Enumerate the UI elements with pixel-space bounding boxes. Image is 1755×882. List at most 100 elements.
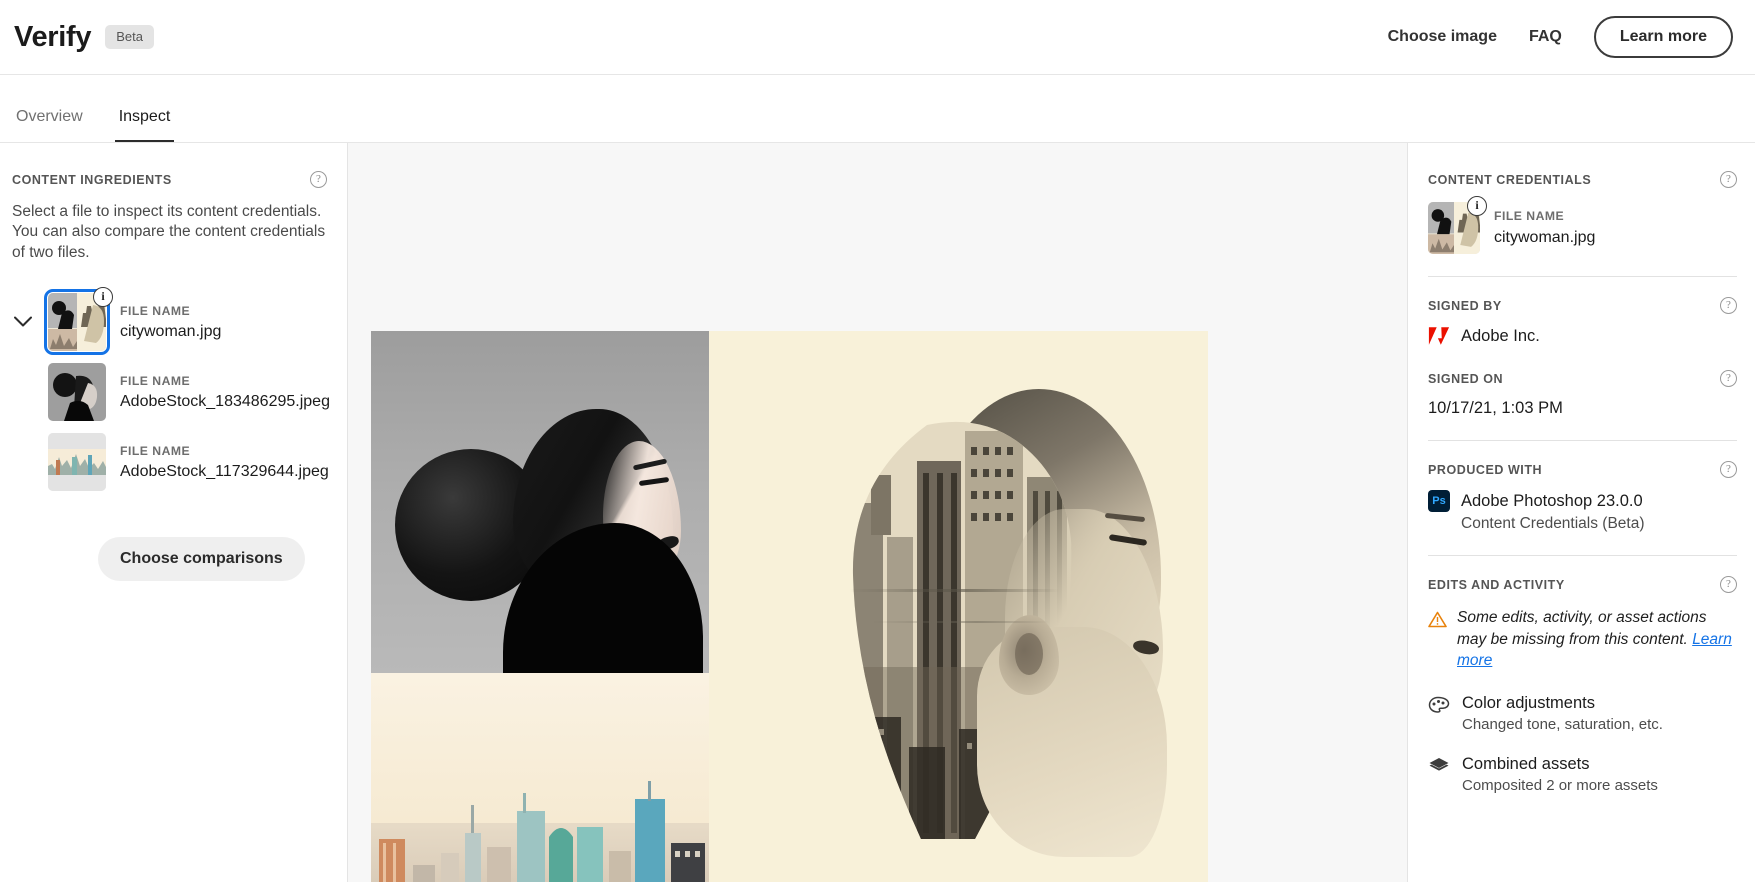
signed-by-section: SIGNED BY ? Adobe Inc. — [1428, 297, 1737, 346]
file-thumbnail-wrap[interactable] — [48, 433, 106, 492]
file-thumbnail-wrap[interactable] — [48, 363, 106, 422]
content-ingredients-header: CONTENT INGREDIENTS ? — [12, 171, 333, 188]
file-thumbnail-wrap[interactable]: i — [44, 287, 113, 356]
help-icon[interactable]: ? — [1720, 171, 1737, 188]
city-photo-region — [371, 673, 709, 882]
file-meta: FILE NAME AdobeStock_117329644.jpeg — [120, 442, 329, 483]
signed-by-value: Adobe Inc. — [1461, 326, 1540, 345]
header-nav: Choose image FAQ Learn more — [1388, 16, 1733, 58]
produced-with-title: PRODUCED WITH — [1428, 462, 1543, 477]
produced-with-sub: Content Credentials (Beta) — [1461, 515, 1645, 532]
file-name-value: AdobeStock_117329644.jpeg — [120, 462, 329, 480]
file-tree: i FILE NAME citywoman.jpg FILE NAME Adob… — [12, 287, 333, 492]
divider — [1428, 276, 1737, 277]
activity-item: Combined assets Composited 2 or more ass… — [1428, 755, 1737, 794]
activity-text: Color adjustments Changed tone, saturati… — [1462, 694, 1663, 733]
file-name-value: AdobeStock_183486295.jpeg — [120, 392, 330, 410]
list-item[interactable]: FILE NAME AdobeStock_117329644.jpeg — [12, 433, 333, 492]
signed-by-title: SIGNED BY — [1428, 298, 1502, 313]
city-skyline-shape — [379, 781, 705, 882]
haze-line-1 — [849, 589, 1059, 592]
help-icon[interactable]: ? — [1720, 370, 1737, 387]
warning-text-block: Some edits, activity, or asset actions m… — [1457, 607, 1737, 672]
file-thumbnail[interactable] — [48, 363, 106, 422]
file-meta: FILE NAME AdobeStock_183486295.jpeg — [120, 372, 330, 413]
credentials-header: CONTENT CREDENTIALS ? — [1428, 171, 1737, 188]
produced-with-value: Adobe Photoshop 23.0.0 — [1461, 491, 1643, 510]
file-thumbnail[interactable] — [48, 433, 106, 492]
nav-link-choose-image[interactable]: Choose image — [1388, 28, 1497, 46]
file-meta: FILE NAME citywoman.jpg — [1494, 207, 1595, 248]
image-left-half — [371, 331, 709, 882]
tab-overview[interactable]: Overview — [12, 108, 87, 142]
file-name-label: FILE NAME — [120, 373, 191, 388]
file-name-label: FILE NAME — [1494, 209, 1565, 224]
signed-by-row: Adobe Inc. — [1428, 326, 1737, 346]
divider — [1428, 555, 1737, 556]
edits-title: EDITS AND ACTIVITY — [1428, 577, 1565, 592]
warning-text: Some edits, activity, or asset actions m… — [1457, 609, 1707, 648]
signed-on-header: SIGNED ON ? — [1428, 370, 1737, 387]
city-head-composite — [809, 389, 1167, 857]
chevron-down-icon[interactable] — [12, 316, 34, 328]
haze-line-2 — [869, 621, 1049, 623]
activity-title: Combined assets — [1462, 755, 1590, 774]
tab-inspect[interactable]: Inspect — [114, 108, 175, 142]
signed-on-section: SIGNED ON ? 10/17/21, 1:03 PM — [1428, 370, 1737, 418]
produced-with-row: Ps Adobe Photoshop 23.0.0 — [1428, 490, 1737, 512]
file-thumbnail-wrap[interactable]: i — [1428, 196, 1487, 254]
content-ingredients-panel: CONTENT INGREDIENTS ? Select a file to i… — [0, 143, 348, 882]
app-header: Verify Beta Choose image FAQ Learn more — [0, 0, 1755, 75]
activity-text: Combined assets Composited 2 or more ass… — [1462, 755, 1658, 794]
activity-sub: Composited 2 or more assets — [1462, 777, 1658, 795]
file-name-label: FILE NAME — [120, 443, 191, 458]
bw-portrait-region — [371, 331, 709, 673]
image-viewer[interactable] — [348, 143, 1407, 882]
inspected-image[interactable] — [371, 331, 1208, 882]
warning-triangle-icon — [1428, 611, 1447, 628]
photoshop-icon: Ps — [1428, 490, 1450, 512]
credential-file-row: i FILE NAME citywoman.jpg — [1428, 196, 1737, 254]
activity-item: Color adjustments Changed tone, saturati… — [1428, 694, 1737, 733]
activity-title: Color adjustments — [1462, 694, 1595, 713]
file-meta: FILE NAME citywoman.jpg — [120, 302, 221, 343]
adobe-logo-icon — [1428, 327, 1450, 345]
nav-link-faq[interactable]: FAQ — [1529, 28, 1562, 46]
edits-and-activity-section: EDITS AND ACTIVITY ? Some edits, activit… — [1428, 576, 1737, 794]
edits-header: EDITS AND ACTIVITY ? — [1428, 576, 1737, 593]
file-name-label: FILE NAME — [120, 303, 191, 318]
help-icon[interactable]: ? — [1720, 297, 1737, 314]
choose-comparisons-button[interactable]: Choose comparisons — [98, 537, 305, 582]
info-icon[interactable]: i — [93, 287, 113, 308]
signed-on-title: SIGNED ON — [1428, 371, 1504, 386]
help-icon[interactable]: ? — [310, 171, 327, 188]
palette-icon — [1428, 696, 1450, 719]
app-title: Verify — [14, 20, 92, 53]
image-right-half — [709, 331, 1208, 882]
tab-bar: Overview Inspect — [0, 75, 1755, 143]
produced-with-section: PRODUCED WITH ? Ps Adobe Photoshop 23.0.… — [1428, 461, 1737, 533]
beta-badge: Beta — [105, 25, 154, 49]
activity-sub: Changed tone, saturation, etc. — [1462, 716, 1663, 734]
content-ingredients-description: Select a file to inspect its content cre… — [12, 203, 326, 261]
warning-row: Some edits, activity, or asset actions m… — [1428, 607, 1737, 672]
content-credentials-panel: CONTENT CREDENTIALS ? i FILE NAME citywo… — [1407, 143, 1755, 882]
learn-more-button[interactable]: Learn more — [1593, 16, 1733, 58]
brand: Verify Beta — [14, 21, 154, 54]
divider — [1428, 440, 1737, 441]
help-icon[interactable]: ? — [1720, 461, 1737, 478]
list-item[interactable]: FILE NAME AdobeStock_183486295.jpeg — [12, 363, 333, 422]
file-name-value: citywoman.jpg — [120, 322, 222, 340]
content-credentials-title: CONTENT CREDENTIALS — [1428, 172, 1592, 187]
help-icon[interactable]: ? — [1720, 576, 1737, 593]
signed-by-header: SIGNED BY ? — [1428, 297, 1737, 314]
file-name-value: citywoman.jpg — [1494, 228, 1596, 246]
ear-shape — [999, 615, 1059, 695]
layers-icon — [1428, 757, 1450, 780]
info-icon[interactable]: i — [1467, 196, 1487, 216]
content-ingredients-title: CONTENT INGREDIENTS — [12, 172, 172, 187]
produced-with-header: PRODUCED WITH ? — [1428, 461, 1737, 478]
list-item[interactable]: i FILE NAME citywoman.jpg — [12, 287, 333, 356]
body-wrapper: CONTENT INGREDIENTS ? Select a file to i… — [0, 143, 1755, 882]
signed-on-value: 10/17/21, 1:03 PM — [1428, 399, 1563, 417]
